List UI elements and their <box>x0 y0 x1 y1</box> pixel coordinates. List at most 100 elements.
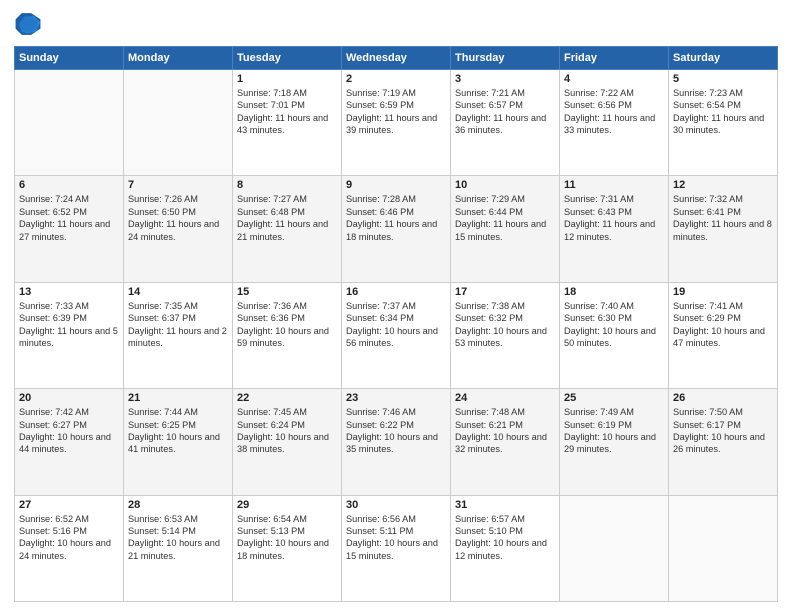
day-content: Sunrise: 7:19 AMSunset: 6:59 PMDaylight:… <box>346 87 446 137</box>
calendar-cell: 22 Sunrise: 7:45 AMSunset: 6:24 PMDayligh… <box>233 389 342 495</box>
calendar-cell: 9Sunrise: 7:28 AMSunset: 6:46 PMDaylight… <box>342 176 451 282</box>
calendar-week-row: 27 Sunrise: 6:52 AMSunset: 5:16 PMDayligh… <box>15 495 778 601</box>
calendar-cell: 30 Sunrise: 6:56 AMSunset: 5:11 PMDayligh… <box>342 495 451 601</box>
weekday-header: Saturday <box>669 47 778 70</box>
calendar-cell <box>669 495 778 601</box>
day-content: Sunrise: 7:50 AMSunset: 6:17 PMDaylight:… <box>673 406 773 456</box>
day-content: Sunrise: 7:26 AMSunset: 6:50 PMDaylight:… <box>128 193 228 243</box>
day-content: Sunrise: 6:54 AMSunset: 5:13 PMDaylight:… <box>237 513 337 563</box>
weekday-header: Tuesday <box>233 47 342 70</box>
day-number: 10 <box>455 179 555 191</box>
calendar-cell: 20 Sunrise: 7:42 AMSunset: 6:27 PMDayligh… <box>15 389 124 495</box>
day-content: Sunrise: 6:56 AMSunset: 5:11 PMDaylight:… <box>346 513 446 563</box>
calendar-cell: 24 Sunrise: 7:48 AMSunset: 6:21 PMDayligh… <box>451 389 560 495</box>
calendar-cell: 3 Sunrise: 7:21 AMSunset: 6:57 PMDaylight… <box>451 70 560 176</box>
day-content: Sunrise: 7:27 AMSunset: 6:48 PMDaylight:… <box>237 193 337 243</box>
day-number: 7 <box>128 179 228 191</box>
day-content: Sunrise: 7:31 AMSunset: 6:43 PMDaylight:… <box>564 193 664 243</box>
day-number: 16 <box>346 286 446 298</box>
calendar-cell: 14Sunrise: 7:35 AMSunset: 6:37 PMDayligh… <box>124 282 233 388</box>
day-content: Sunrise: 7:45 AMSunset: 6:24 PMDaylight:… <box>237 406 337 456</box>
day-content: Sunrise: 7:18 AMSunset: 7:01 PMDaylight:… <box>237 87 337 137</box>
day-content: Sunrise: 7:29 AMSunset: 6:44 PMDaylight:… <box>455 193 555 243</box>
calendar-cell: 6 Sunrise: 7:24 AMSunset: 6:52 PMDaylight… <box>15 176 124 282</box>
calendar-cell: 4 Sunrise: 7:22 AMSunset: 6:56 PMDaylight… <box>560 70 669 176</box>
calendar-week-row: 13 Sunrise: 7:33 AMSunset: 6:39 PMDayligh… <box>15 282 778 388</box>
calendar-cell: 31 Sunrise: 6:57 AMSunset: 5:10 PMDayligh… <box>451 495 560 601</box>
calendar-cell <box>15 70 124 176</box>
day-content: Sunrise: 7:48 AMSunset: 6:21 PMDaylight:… <box>455 406 555 456</box>
day-number: 6 <box>19 179 119 191</box>
calendar-cell: 27 Sunrise: 6:52 AMSunset: 5:16 PMDayligh… <box>15 495 124 601</box>
day-content: Sunrise: 7:24 AMSunset: 6:52 PMDaylight:… <box>19 193 119 243</box>
day-number: 4 <box>564 73 664 85</box>
day-number: 18 <box>564 286 664 298</box>
day-number: 1 <box>237 73 337 85</box>
calendar-cell: 28Sunrise: 6:53 AMSunset: 5:14 PMDayligh… <box>124 495 233 601</box>
day-number: 20 <box>19 392 119 404</box>
day-content: Sunrise: 7:46 AMSunset: 6:22 PMDaylight:… <box>346 406 446 456</box>
calendar-cell: 12 Sunrise: 7:32 AMSunset: 6:41 PMDayligh… <box>669 176 778 282</box>
page: SundayMondayTuesdayWednesdayThursdayFrid… <box>0 0 792 612</box>
calendar-cell: 18 Sunrise: 7:40 AMSunset: 6:30 PMDayligh… <box>560 282 669 388</box>
calendar-cell: 29 Sunrise: 6:54 AMSunset: 5:13 PMDayligh… <box>233 495 342 601</box>
day-content: Sunrise: 7:22 AMSunset: 6:56 PMDaylight:… <box>564 87 664 137</box>
weekday-header: Sunday <box>15 47 124 70</box>
calendar-cell: 8 Sunrise: 7:27 AMSunset: 6:48 PMDaylight… <box>233 176 342 282</box>
day-number: 31 <box>455 499 555 511</box>
day-number: 22 <box>237 392 337 404</box>
calendar-week-row: 20 Sunrise: 7:42 AMSunset: 6:27 PMDayligh… <box>15 389 778 495</box>
calendar-cell: 19Sunrise: 7:41 AMSunset: 6:29 PMDayligh… <box>669 282 778 388</box>
calendar-cell: 17Sunrise: 7:38 AMSunset: 6:32 PMDayligh… <box>451 282 560 388</box>
calendar-cell: 16 Sunrise: 7:37 AMSunset: 6:34 PMDayligh… <box>342 282 451 388</box>
weekday-header: Thursday <box>451 47 560 70</box>
calendar-cell: 25Sunrise: 7:49 AMSunset: 6:19 PMDayligh… <box>560 389 669 495</box>
day-content: Sunrise: 7:32 AMSunset: 6:41 PMDaylight:… <box>673 193 773 243</box>
day-content: Sunrise: 7:36 AMSunset: 6:36 PMDaylight:… <box>237 300 337 350</box>
day-number: 29 <box>237 499 337 511</box>
day-content: Sunrise: 7:41 AMSunset: 6:29 PMDaylight:… <box>673 300 773 350</box>
logo <box>14 10 44 38</box>
calendar-cell: 1 Sunrise: 7:18 AMSunset: 7:01 PMDaylight… <box>233 70 342 176</box>
header-row: SundayMondayTuesdayWednesdayThursdayFrid… <box>15 47 778 70</box>
day-number: 25 <box>564 392 664 404</box>
calendar-cell: 5 Sunrise: 7:23 AMSunset: 6:54 PMDaylight… <box>669 70 778 176</box>
calendar-week-row: 1 Sunrise: 7:18 AMSunset: 7:01 PMDaylight… <box>15 70 778 176</box>
day-number: 24 <box>455 392 555 404</box>
day-number: 13 <box>19 286 119 298</box>
calendar-cell <box>560 495 669 601</box>
day-content: Sunrise: 6:52 AMSunset: 5:16 PMDaylight:… <box>19 513 119 563</box>
day-number: 8 <box>237 179 337 191</box>
calendar-cell: 11Sunrise: 7:31 AMSunset: 6:43 PMDayligh… <box>560 176 669 282</box>
day-content: Sunrise: 7:21 AMSunset: 6:57 PMDaylight:… <box>455 87 555 137</box>
calendar-cell: 10 Sunrise: 7:29 AMSunset: 6:44 PMDayligh… <box>451 176 560 282</box>
calendar-table: SundayMondayTuesdayWednesdayThursdayFrid… <box>14 46 778 602</box>
day-content: Sunrise: 7:40 AMSunset: 6:30 PMDaylight:… <box>564 300 664 350</box>
day-content: Sunrise: 7:42 AMSunset: 6:27 PMDaylight:… <box>19 406 119 456</box>
header <box>14 10 778 38</box>
day-content: Sunrise: 6:57 AMSunset: 5:10 PMDaylight:… <box>455 513 555 563</box>
calendar-cell: 15Sunrise: 7:36 AMSunset: 6:36 PMDayligh… <box>233 282 342 388</box>
logo-icon <box>14 10 42 38</box>
day-number: 21 <box>128 392 228 404</box>
day-number: 3 <box>455 73 555 85</box>
day-content: Sunrise: 7:35 AMSunset: 6:37 PMDaylight:… <box>128 300 228 350</box>
day-number: 26 <box>673 392 773 404</box>
calendar-cell: 23Sunrise: 7:46 AMSunset: 6:22 PMDayligh… <box>342 389 451 495</box>
day-content: Sunrise: 7:23 AMSunset: 6:54 PMDaylight:… <box>673 87 773 137</box>
calendar-cell <box>124 70 233 176</box>
day-number: 12 <box>673 179 773 191</box>
day-content: Sunrise: 7:38 AMSunset: 6:32 PMDaylight:… <box>455 300 555 350</box>
day-content: Sunrise: 7:37 AMSunset: 6:34 PMDaylight:… <box>346 300 446 350</box>
calendar-week-row: 6 Sunrise: 7:24 AMSunset: 6:52 PMDaylight… <box>15 176 778 282</box>
day-content: Sunrise: 7:33 AMSunset: 6:39 PMDaylight:… <box>19 300 119 350</box>
weekday-header: Monday <box>124 47 233 70</box>
day-number: 27 <box>19 499 119 511</box>
day-number: 9 <box>346 179 446 191</box>
calendar-cell: 21 Sunrise: 7:44 AMSunset: 6:25 PMDayligh… <box>124 389 233 495</box>
day-number: 30 <box>346 499 446 511</box>
day-content: Sunrise: 6:53 AMSunset: 5:14 PMDaylight:… <box>128 513 228 563</box>
day-number: 5 <box>673 73 773 85</box>
day-content: Sunrise: 7:44 AMSunset: 6:25 PMDaylight:… <box>128 406 228 456</box>
calendar-cell: 2Sunrise: 7:19 AMSunset: 6:59 PMDaylight… <box>342 70 451 176</box>
